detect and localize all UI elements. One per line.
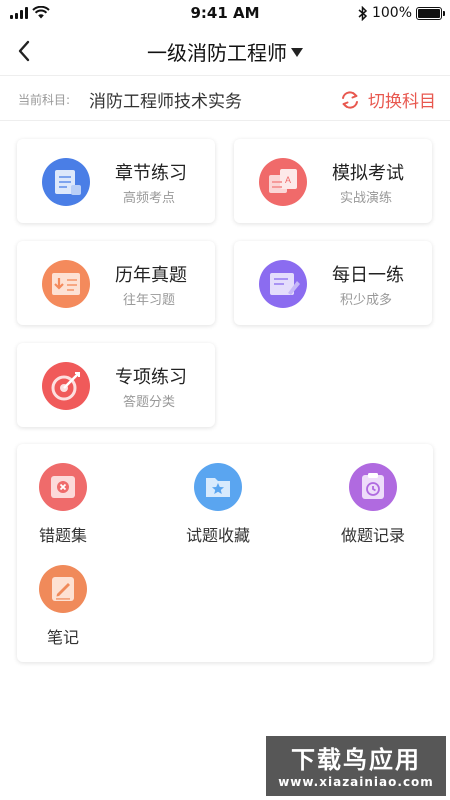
exam-selector[interactable]: 一级消防工程师 <box>0 37 450 66</box>
card-mock-exam[interactable]: A 模拟考试 实战演练 <box>234 139 432 223</box>
card-past-papers[interactable]: 历年真题 往年习题 <box>17 241 215 325</box>
status-right: 100% <box>358 5 445 21</box>
card-title: 每日一练 <box>332 265 404 286</box>
history-record-button[interactable]: 做题记录 <box>323 462 423 546</box>
favorites-button[interactable]: 试题收藏 <box>168 462 268 546</box>
card-subtitle: 实战演练 <box>340 191 393 206</box>
card-title: 历年真题 <box>115 265 187 286</box>
swap-icon <box>342 90 358 109</box>
watermark-title: 下载鸟应用 <box>291 746 421 774</box>
watermark-url: www.xiazainiao.com <box>278 775 434 789</box>
watermark-logo: 下载鸟应用 www.xiazainiao.com <box>266 736 446 796</box>
battery-icon <box>416 6 445 20</box>
card-title: 专项练习 <box>115 367 187 388</box>
subject-value: 消防工程师技术实务 <box>89 92 242 112</box>
bluetooth-icon <box>358 5 368 21</box>
card-subtitle: 答题分类 <box>123 395 176 410</box>
switch-subject-button[interactable]: 切换科目 <box>340 87 436 112</box>
subject-label: 当前科目: <box>18 93 71 107</box>
chapter-practice-icon <box>42 158 90 206</box>
svg-text:A: A <box>285 175 291 185</box>
card-chapter-practice[interactable]: 章节练习 高频考点 <box>17 139 215 223</box>
history-record-icon <box>349 463 397 511</box>
page-title: 一级消防工程师 <box>147 41 287 65</box>
notes-button[interactable]: 笔记 <box>13 564 113 648</box>
card-title: 模拟考试 <box>332 163 404 184</box>
tool-label: 错题集 <box>38 526 87 545</box>
mock-exam-icon: A <box>259 158 307 206</box>
nav-bar: 一级消防工程师 <box>0 26 450 76</box>
tool-label: 试题收藏 <box>185 526 250 545</box>
subject-bar: 当前科目: 消防工程师技术实务 切换科目 <box>0 77 450 121</box>
tool-label: 做题记录 <box>340 526 405 545</box>
wrong-questions-icon <box>39 463 87 511</box>
card-subtitle: 往年习题 <box>123 293 176 308</box>
past-papers-icon <box>42 260 90 308</box>
battery-percent: 100% <box>371 5 412 21</box>
tools-panel: 错题集 试题收藏 做题记录 笔记 <box>17 444 433 662</box>
card-subtitle: 高频考点 <box>123 191 176 206</box>
card-daily-practice[interactable]: 每日一练 积少成多 <box>234 241 432 325</box>
favorites-icon <box>194 463 242 511</box>
wrong-questions-button[interactable]: 错题集 <box>13 462 113 546</box>
tool-label: 笔记 <box>46 628 79 647</box>
special-practice-icon <box>42 362 90 410</box>
card-subtitle: 积少成多 <box>340 293 393 308</box>
notes-icon <box>39 565 87 613</box>
card-special-practice[interactable]: 专项练习 答题分类 <box>17 343 215 427</box>
caret-down-icon <box>291 48 303 57</box>
card-title: 章节练习 <box>115 163 187 184</box>
switch-subject-label: 切换科目 <box>368 92 436 112</box>
daily-practice-icon <box>259 260 307 308</box>
status-bar: 9:41 AM 100% <box>0 0 450 26</box>
